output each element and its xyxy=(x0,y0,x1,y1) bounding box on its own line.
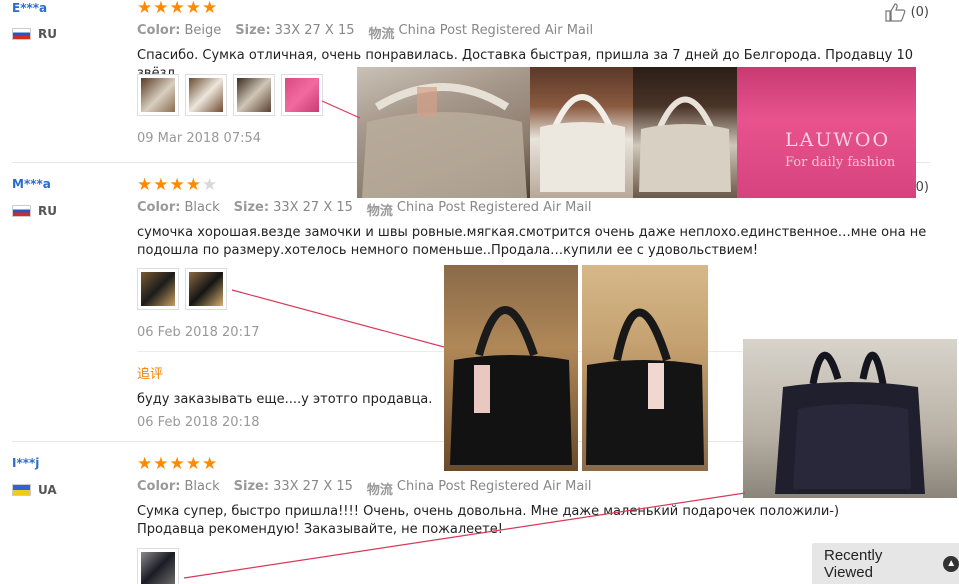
shipping-value: China Post Registered Air Mail xyxy=(396,479,592,494)
bag-illustration xyxy=(775,351,925,494)
product-attributes: Color: Black Size: 33X 27 X 15 物流 China Pos… xyxy=(137,200,606,219)
size-label: Size: xyxy=(235,23,271,38)
reviewer-country: UA xyxy=(12,483,57,497)
review-photo-thumb[interactable] xyxy=(137,268,179,310)
brand-logo-text: LAUWOO xyxy=(785,129,891,151)
product-attributes: Color: Beige Size: 33X 27 X 15 物流 China Pos… xyxy=(137,23,607,42)
shipping-label: 物流 xyxy=(366,204,393,219)
review-text: Сумка супер, быстро пришла!!!! Очень, оч… xyxy=(137,504,840,537)
reviewer-name[interactable]: M***a xyxy=(12,177,51,191)
color-value: Black xyxy=(184,200,220,215)
reviewer-name[interactable]: I***j xyxy=(12,456,39,470)
thumbs-up-icon[interactable] xyxy=(884,2,907,22)
star-empty-icon: ★ xyxy=(202,175,218,195)
star-icon: ★ xyxy=(185,175,201,195)
russia-flag-icon xyxy=(12,28,31,40)
size-value: 33X 27 X 15 xyxy=(273,479,353,494)
bag-illustration xyxy=(362,83,527,198)
star-icon: ★ xyxy=(169,175,185,195)
star-icon: ★ xyxy=(153,454,169,474)
enlarged-photo-black-bag-2 xyxy=(582,265,708,471)
size-value: 33X 27 X 15 xyxy=(274,23,355,38)
additional-review-date: 06 Feb 2018 20:18 xyxy=(137,415,260,430)
recently-viewed-tab[interactable]: Recently Viewed ▲ xyxy=(812,543,959,584)
connector-line xyxy=(231,289,445,348)
review-photo-thumb[interactable] xyxy=(185,268,227,310)
reviewer-country: RU xyxy=(12,204,57,218)
enlarged-photo-black-bag-1 xyxy=(444,265,578,471)
star-icon: ★ xyxy=(202,0,218,18)
shipping-label: 物流 xyxy=(368,27,395,42)
review-photo-thumb[interactable] xyxy=(137,548,179,584)
connector-line xyxy=(321,100,361,119)
recently-viewed-label: Recently Viewed xyxy=(824,546,883,581)
star-icon: ★ xyxy=(153,175,169,195)
color-value: Black xyxy=(184,479,220,494)
review-text: сумочка хорошая.везде замочки и швы ровн… xyxy=(137,225,927,258)
star-icon: ★ xyxy=(153,0,169,18)
review-photos xyxy=(137,548,179,584)
chevron-up-icon[interactable]: ▲ xyxy=(943,555,959,572)
review-photos xyxy=(137,268,227,310)
bag-illustration xyxy=(639,96,731,192)
color-value: Beige xyxy=(184,23,222,38)
review-date: 09 Mar 2018 07:54 xyxy=(137,131,262,146)
helpful-count: (0) xyxy=(910,4,929,20)
russia-flag-icon xyxy=(12,205,31,217)
star-icon: ★ xyxy=(185,454,201,474)
reviewer-country: RU xyxy=(12,27,57,41)
review-photos xyxy=(137,74,323,116)
star-rating: ★ ★ ★ ★ ★ xyxy=(137,0,217,17)
enlarged-photo-beige-bag-1 xyxy=(357,67,530,198)
country-code: RU xyxy=(38,204,57,218)
enlarged-photo-black-bag-3 xyxy=(743,339,957,498)
color-label: Color: xyxy=(137,479,181,494)
star-icon: ★ xyxy=(137,454,153,474)
additional-review-label: 追评 xyxy=(137,367,164,382)
color-label: Color: xyxy=(137,200,181,215)
ukraine-flag-icon xyxy=(12,484,31,496)
enlarged-photo-pink-dustbag: LAUWOO For daily fashion xyxy=(737,67,916,198)
brand-tagline: For daily fashion xyxy=(785,155,896,170)
star-rating: ★ ★ ★ ★ ★ xyxy=(137,177,217,194)
star-icon: ★ xyxy=(169,0,185,18)
size-label: Size: xyxy=(233,200,270,215)
reviewer-name[interactable]: E***a xyxy=(12,1,47,15)
enlarged-photo-beige-bag-2 xyxy=(530,67,633,198)
review-photo-thumb[interactable] xyxy=(281,74,323,116)
review-date: 06 Feb 2018 20:17 xyxy=(137,325,260,340)
helpful-counter[interactable]: 0) xyxy=(916,180,929,195)
shipping-value: China Post Registered Air Mail xyxy=(396,200,592,215)
bag-illustration xyxy=(450,306,572,465)
star-icon: ★ xyxy=(137,0,153,18)
helpful-count: 0) xyxy=(915,180,929,195)
country-code: UA xyxy=(38,483,57,497)
review-photo-thumb[interactable] xyxy=(185,74,227,116)
review-photo-thumb[interactable] xyxy=(233,74,275,116)
star-icon: ★ xyxy=(185,0,201,18)
color-label: Color: xyxy=(137,23,181,38)
shipping-label: 物流 xyxy=(366,483,393,498)
enlarged-photo-beige-bag-3 xyxy=(633,67,737,198)
country-code: RU xyxy=(38,27,57,41)
star-icon: ★ xyxy=(202,454,218,474)
star-icon: ★ xyxy=(137,175,153,195)
shipping-value: China Post Registered Air Mail xyxy=(398,23,594,38)
helpful-counter[interactable]: (0) xyxy=(884,2,929,22)
star-icon: ★ xyxy=(169,454,185,474)
product-attributes: Color: Black Size: 33X 27 X 15 物流 China Pos… xyxy=(137,479,606,498)
review-photo-thumb[interactable] xyxy=(137,74,179,116)
size-value: 33X 27 X 15 xyxy=(273,200,353,215)
bag-illustration xyxy=(540,94,625,192)
bag-illustration xyxy=(586,308,704,465)
star-rating: ★ ★ ★ ★ ★ xyxy=(137,456,217,473)
size-label: Size: xyxy=(233,479,270,494)
